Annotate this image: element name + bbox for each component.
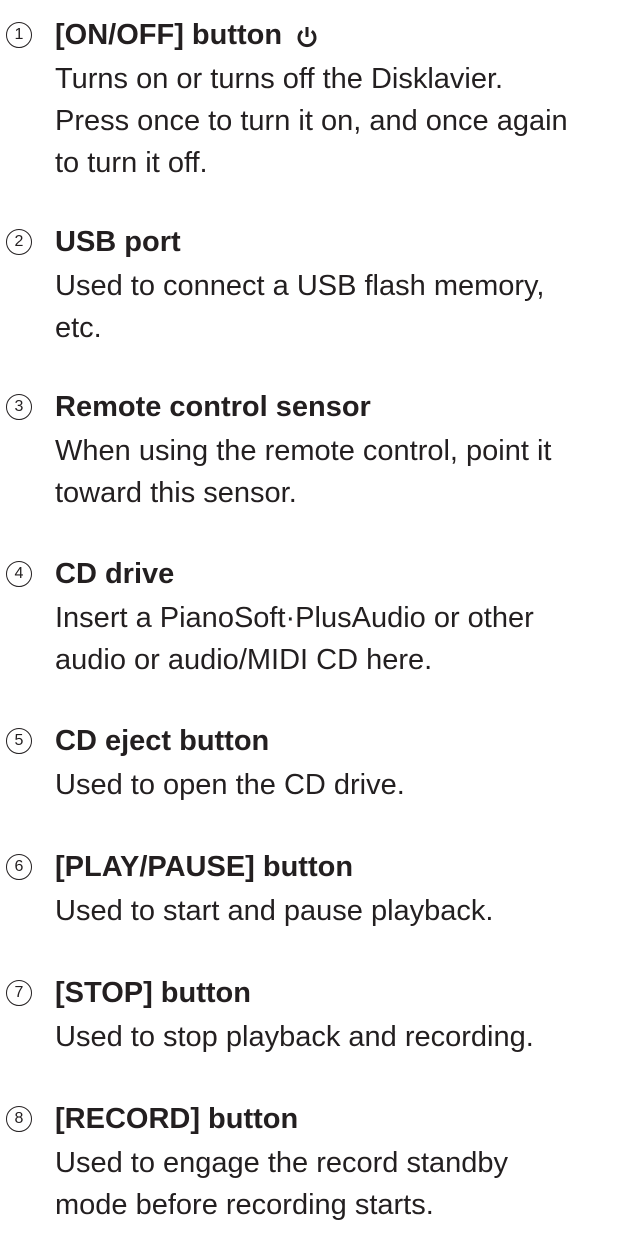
item-title-text: USB port — [55, 226, 181, 258]
item-number: 3 — [6, 394, 32, 420]
description-line: mode before recording starts. — [55, 1189, 434, 1221]
description-line: Used to stop playback and recording. — [55, 1021, 534, 1053]
item-number: 5 — [6, 728, 32, 754]
description-line: to turn it off. — [55, 147, 208, 179]
item-number: 4 — [6, 561, 32, 587]
description-line: Used to start and pause playback. — [55, 895, 494, 927]
item-description: Used to connect a USB flash memory, etc. — [55, 265, 620, 349]
description-line: Turns on or turns off the Disklavier. — [55, 63, 504, 95]
item-description: Used to open the CD drive. — [55, 764, 620, 806]
item-description: Used to engage the record standby mode b… — [55, 1142, 620, 1226]
description-line: etc. — [55, 312, 102, 344]
item-description: Used to start and pause playback. — [55, 890, 620, 932]
item-title-text: Remote control sensor — [55, 391, 371, 423]
description-line: Used to connect a USB flash memory, — [55, 270, 545, 302]
item-title-text: [STOP] button — [55, 977, 251, 1009]
description-line: Used to engage the record standby — [55, 1147, 509, 1179]
document-page: 1 [ON/OFF] button Turns on or turns off … — [0, 0, 622, 1236]
item-title: [ON/OFF] button — [55, 16, 320, 54]
item-title-text: [RECORD] button — [55, 1103, 299, 1135]
item-number: 2 — [6, 229, 32, 255]
item-title-text: CD eject button — [55, 725, 270, 757]
item-description: Turns on or turns off the Disklavier. Pr… — [55, 58, 620, 184]
item-number: 6 — [6, 854, 32, 880]
item-title: [PLAY/PAUSE] button — [55, 848, 353, 886]
item-number: 1 — [6, 22, 32, 48]
description-line: When using the remote control, point it — [55, 435, 552, 467]
item-title: Remote control sensor — [55, 388, 371, 426]
item-title: USB port — [55, 223, 181, 261]
item-title: [RECORD] button — [55, 1100, 298, 1138]
description-line: Used to open the CD drive. — [55, 769, 405, 801]
item-title: CD drive — [55, 555, 174, 593]
description-line: audio or audio/MIDI CD here. — [55, 644, 433, 676]
item-number: 7 — [6, 980, 32, 1006]
item-description: Used to stop playback and recording. — [55, 1016, 620, 1058]
item-description: When using the remote control, point it … — [55, 430, 620, 514]
item-title-text: CD drive — [55, 558, 175, 590]
description-line: toward this sensor. — [55, 477, 297, 509]
item-title: CD eject button — [55, 722, 269, 760]
description-line: Insert a PianoSoft·PlusAudio or other — [55, 602, 534, 634]
item-title: [STOP] button — [55, 974, 251, 1012]
power-icon — [294, 22, 320, 48]
item-title-text: [ON/OFF] button — [55, 19, 283, 51]
item-description: Insert a PianoSoft·PlusAudio or other au… — [55, 597, 620, 681]
description-line: Press once to turn it on, and once again — [55, 105, 568, 137]
item-number: 8 — [6, 1106, 32, 1132]
item-title-text: [PLAY/PAUSE] button — [55, 851, 354, 883]
